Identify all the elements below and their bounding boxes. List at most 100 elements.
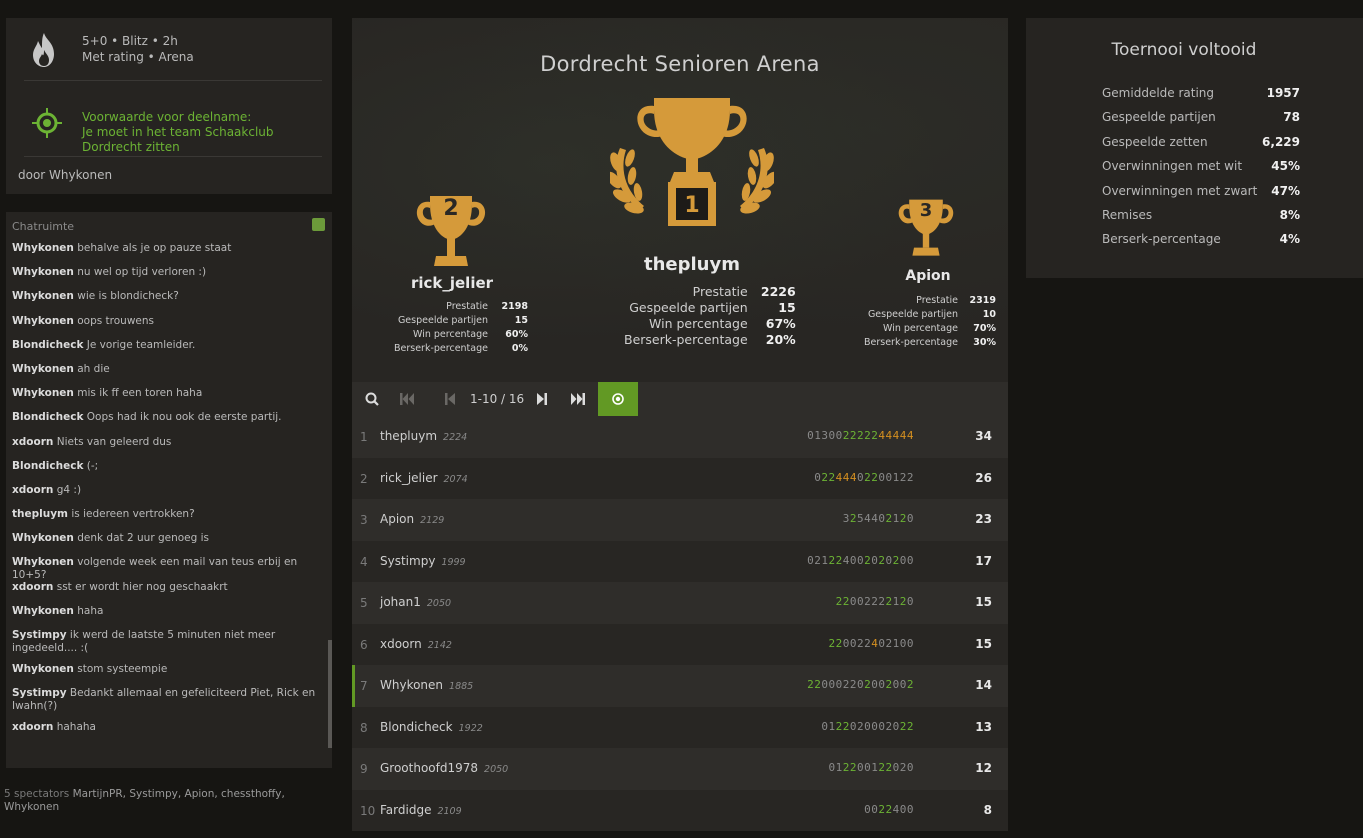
chat-username[interactable]: Whykonen bbox=[12, 387, 74, 399]
total-score: 23 bbox=[975, 512, 992, 526]
stats-value: 47% bbox=[1271, 183, 1300, 198]
entry-condition-title: Voorwaarde voor deelname: bbox=[82, 110, 252, 124]
step-forward-icon bbox=[537, 393, 547, 405]
chat-text: Niets van geleerd dus bbox=[56, 435, 172, 448]
chat-message: xdoorn sst er wordt hier nog geschaakrt bbox=[12, 581, 330, 605]
chat-username[interactable]: Systimpy bbox=[12, 687, 67, 699]
previous-page-button[interactable] bbox=[438, 382, 462, 416]
player-rating: 1922 bbox=[458, 722, 483, 734]
player-name[interactable]: Groothoofd1978 bbox=[380, 761, 478, 775]
player-name[interactable]: xdoorn bbox=[380, 637, 422, 651]
chat-username[interactable]: xdoorn bbox=[12, 484, 53, 496]
chat-text: denk dat 2 uur genoeg is bbox=[77, 532, 210, 545]
chat-username[interactable]: Whykonen bbox=[12, 556, 74, 568]
player-name[interactable]: johan1 bbox=[380, 595, 421, 609]
stats-row: Gespeelde zetten 6,229 bbox=[1102, 135, 1300, 159]
player-name[interactable]: Systimpy bbox=[380, 554, 435, 568]
stat-value: 70% bbox=[973, 323, 996, 334]
stats-table: Gemiddelde rating 1957 Gespeelde partijen 7… bbox=[1102, 86, 1300, 257]
total-score: 17 bbox=[975, 553, 992, 568]
stats-label: Berserk-percentage bbox=[1102, 232, 1221, 247]
chat-username[interactable]: Whykonen bbox=[12, 242, 74, 254]
chat-username[interactable]: xdoorn bbox=[12, 436, 53, 448]
standings-row[interactable]: 8 Blondicheck 1922 0122020002022 13 bbox=[352, 706, 1008, 748]
standings-player[interactable]: Fardidge 2109 bbox=[380, 803, 462, 817]
standings-player[interactable]: rick_jelier 2074 bbox=[380, 471, 468, 485]
standings-rank: 10 bbox=[360, 803, 376, 818]
standings-player[interactable]: Blondicheck 1922 bbox=[380, 720, 483, 734]
player-name[interactable]: Whykonen bbox=[380, 678, 443, 692]
chat-username[interactable]: xdoorn bbox=[12, 581, 53, 593]
stat-label: Gespeelde partijen bbox=[629, 300, 748, 315]
stat-value: 10 bbox=[982, 309, 996, 320]
total-score: 12 bbox=[975, 761, 992, 775]
standings-row[interactable]: 1 thepluym 2224 013002222244444 34 bbox=[352, 416, 1008, 458]
chat-text: wie is blondicheck? bbox=[77, 290, 179, 303]
chat-toggle-checkbox[interactable] bbox=[312, 218, 325, 231]
standings-row[interactable]: 6 xdoorn 2142 220022402100 15 bbox=[352, 623, 1008, 665]
first-page-button[interactable] bbox=[394, 382, 420, 416]
chat-message: Whykonen haha bbox=[12, 605, 330, 629]
chat-message: Whykonen volgende week een mail van teus… bbox=[12, 556, 330, 581]
chat-username[interactable]: Whykonen bbox=[12, 266, 74, 278]
player-name[interactable]: Fardidge bbox=[380, 803, 431, 817]
standings-player[interactable]: Whykonen 1885 bbox=[380, 678, 473, 692]
standings-player[interactable]: Groothoofd1978 2050 bbox=[380, 761, 508, 775]
standings-row[interactable]: 5 johan1 2050 22002222120 15 bbox=[352, 582, 1008, 624]
first-place-name[interactable]: thepluym bbox=[602, 254, 782, 275]
my-position-button[interactable] bbox=[598, 382, 638, 416]
score-sheet: 220022402100 bbox=[828, 636, 914, 650]
standings-row[interactable]: 10 Fardidge 2109 0022400 8 bbox=[352, 789, 1008, 831]
standings-rank: 1 bbox=[360, 430, 368, 444]
chat-username[interactable]: Whykonen bbox=[12, 663, 74, 675]
standings-player[interactable]: johan1 2050 bbox=[380, 595, 451, 609]
chat-username[interactable]: Whykonen bbox=[12, 532, 74, 544]
chat-message: Whykonen denk dat 2 uur genoeg is bbox=[12, 532, 330, 556]
chat-username[interactable]: Whykonen bbox=[12, 605, 74, 617]
next-page-button[interactable] bbox=[530, 382, 554, 416]
third-place-name[interactable]: Apion bbox=[848, 268, 1008, 284]
tournament-creator[interactable]: door Whykonen bbox=[18, 168, 112, 182]
player-rating: 2074 bbox=[443, 473, 468, 485]
player-name[interactable]: Blondicheck bbox=[380, 720, 453, 734]
standings-row[interactable]: 9 Groothoofd1978 2050 012200122020 12 bbox=[352, 748, 1008, 790]
chat-username[interactable]: Whykonen bbox=[12, 363, 74, 375]
search-button[interactable] bbox=[358, 382, 386, 416]
skip-first-icon bbox=[400, 393, 414, 405]
standings-player[interactable]: Systimpy 1999 bbox=[380, 554, 466, 568]
standings-rank: 3 bbox=[360, 513, 368, 527]
standings-rank: 5 bbox=[360, 596, 368, 610]
stat-label: Prestatie bbox=[446, 301, 488, 312]
player-name[interactable]: Apion bbox=[380, 512, 414, 526]
tournament-title: Dordrecht Senioren Arena bbox=[540, 52, 820, 76]
chat-text: (-; bbox=[86, 459, 99, 472]
chat-username[interactable]: xdoorn bbox=[12, 721, 53, 733]
standings-row[interactable]: 4 Systimpy 1999 021224002020200 17 bbox=[352, 540, 1008, 582]
standings-player[interactable]: Apion 2129 bbox=[380, 512, 444, 526]
chat-username[interactable]: thepluym bbox=[12, 508, 68, 520]
player-name[interactable]: rick_jelier bbox=[380, 471, 438, 485]
standings-player[interactable]: thepluym 2224 bbox=[380, 429, 467, 443]
chat-message: xdoorn Niets van geleerd dus bbox=[12, 436, 330, 460]
first-place-number: 1 bbox=[684, 193, 700, 218]
chat-username[interactable]: Whykonen bbox=[12, 315, 74, 327]
standings-row[interactable]: 7 Whykonen 1885 220002202002002 14 bbox=[352, 665, 1008, 707]
standings-rank: 4 bbox=[360, 554, 368, 569]
third-place-number: 3 bbox=[919, 200, 933, 221]
standings-rank: 7 bbox=[360, 679, 368, 693]
chat-username[interactable]: Whykonen bbox=[12, 290, 74, 302]
last-page-button[interactable] bbox=[564, 382, 592, 416]
chat-username[interactable]: Blondicheck bbox=[12, 339, 83, 351]
standings-row[interactable]: 3 Apion 2129 3254402120 23 bbox=[352, 499, 1008, 541]
chat-scrollbar[interactable] bbox=[328, 640, 332, 748]
chat-username[interactable]: Systimpy bbox=[12, 629, 67, 641]
second-place-name[interactable]: rick_jelier bbox=[372, 274, 532, 292]
standings-player[interactable]: xdoorn 2142 bbox=[380, 637, 452, 651]
score-sheet: 013002222244444 bbox=[807, 429, 914, 442]
standings-row[interactable]: 2 rick_jelier 2074 02244402200122 26 bbox=[352, 457, 1008, 499]
player-name[interactable]: thepluym bbox=[380, 429, 437, 443]
chat-username[interactable]: Blondicheck bbox=[12, 460, 83, 472]
stat-label: Berserk-percentage bbox=[624, 332, 748, 347]
chat-username[interactable]: Blondicheck bbox=[12, 411, 83, 423]
total-score: 13 bbox=[975, 719, 992, 734]
